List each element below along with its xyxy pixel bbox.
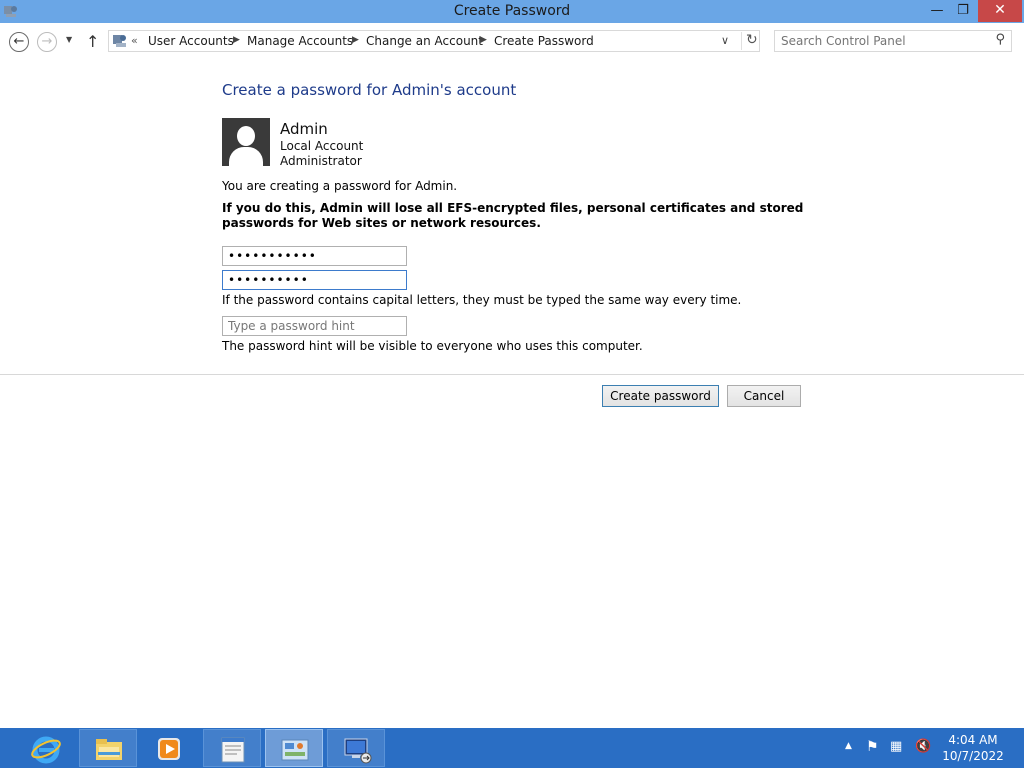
up-button[interactable]: ↑ bbox=[86, 32, 99, 51]
window-title: Create Password bbox=[453, 3, 571, 19]
taskbar-internet-explorer[interactable] bbox=[17, 729, 75, 767]
address-dropdown-icon[interactable]: ∨ bbox=[721, 34, 729, 47]
confirm-password-field[interactable] bbox=[222, 270, 407, 290]
breadcrumb-overflow-icon[interactable]: « bbox=[131, 34, 138, 47]
clock-date[interactable]: 10/7/2022 bbox=[940, 749, 1006, 763]
taskbar-file-explorer[interactable] bbox=[79, 729, 137, 767]
taskbar-remote-desktop[interactable] bbox=[327, 729, 385, 767]
maximize-button[interactable]: ❐ bbox=[950, 0, 976, 22]
hint-visibility-note: The password hint will be visible to eve… bbox=[222, 339, 643, 353]
remote-desktop-icon bbox=[344, 738, 372, 764]
volume-muted-icon[interactable]: 🔇 bbox=[915, 739, 931, 768]
close-button[interactable]: ✕ bbox=[978, 0, 1022, 22]
breadcrumb-user-accounts[interactable]: User Accounts bbox=[148, 34, 234, 48]
minimize-button[interactable]: — bbox=[924, 0, 950, 22]
breadcrumb-separator-icon[interactable]: ▶ bbox=[233, 35, 240, 45]
action-center-flag-icon[interactable]: ⚑ bbox=[866, 739, 879, 768]
account-type: Local Account bbox=[280, 139, 364, 153]
taskbar-notepad[interactable] bbox=[203, 729, 261, 767]
navigation-bar: ← → ▼ ↑ « User Accounts ▶ Manage Account… bbox=[0, 23, 1024, 61]
breadcrumb-separator-icon[interactable]: ▶ bbox=[480, 35, 487, 45]
address-bar[interactable]: « User Accounts ▶ Manage Accounts ▶ Chan… bbox=[108, 30, 760, 52]
breadcrumb-manage-accounts[interactable]: Manage Accounts bbox=[247, 34, 353, 48]
divider bbox=[0, 374, 1024, 375]
intro-text: You are creating a password for Admin. bbox=[222, 179, 458, 193]
search-box[interactable]: ⚲ bbox=[774, 30, 1012, 52]
control-panel-icon bbox=[113, 35, 126, 47]
media-player-icon bbox=[158, 738, 180, 760]
refresh-icon[interactable]: ↻ bbox=[741, 32, 758, 50]
forward-button[interactable]: → bbox=[37, 32, 57, 52]
user-avatar-icon bbox=[222, 118, 270, 166]
efs-warning-text: If you do this, Admin will lose all EFS-… bbox=[222, 201, 804, 230]
account-role: Administrator bbox=[280, 154, 362, 168]
page-title: Create a password for Admin's account bbox=[222, 81, 517, 99]
breadcrumb-separator-icon[interactable]: ▶ bbox=[352, 35, 359, 45]
taskbar-control-panel[interactable] bbox=[265, 729, 323, 767]
back-button[interactable]: ← bbox=[9, 32, 29, 52]
breadcrumb-create-password[interactable]: Create Password bbox=[494, 34, 594, 48]
notepad-icon bbox=[221, 737, 245, 763]
password-hint-field[interactable] bbox=[222, 316, 407, 336]
search-icon[interactable]: ⚲ bbox=[995, 32, 1005, 47]
cancel-button[interactable]: Cancel bbox=[727, 385, 801, 407]
show-hidden-icons-icon[interactable]: ▲ bbox=[845, 741, 852, 768]
clock-time[interactable]: 4:04 AM bbox=[940, 733, 1006, 747]
control-panel-icon bbox=[281, 739, 309, 761]
title-bar: Create Password — ❐ ✕ bbox=[0, 0, 1024, 23]
breadcrumb-change-an-account[interactable]: Change an Account bbox=[366, 34, 483, 48]
taskbar-media-player[interactable] bbox=[140, 729, 198, 767]
new-password-field[interactable] bbox=[222, 246, 407, 266]
capitalization-note: If the password contains capital letters… bbox=[222, 293, 742, 307]
file-explorer-icon bbox=[96, 739, 122, 760]
create-password-button[interactable]: Create password bbox=[602, 385, 719, 407]
recent-locations-chevron-icon[interactable]: ▼ bbox=[66, 35, 72, 44]
account-name: Admin bbox=[280, 120, 328, 138]
network-icon[interactable]: ▦ bbox=[890, 739, 902, 768]
search-input[interactable] bbox=[781, 33, 981, 49]
internet-explorer-icon bbox=[31, 736, 61, 764]
taskbar: ▲ ⚑ ▦ 🔇 bbox=[0, 728, 1024, 768]
